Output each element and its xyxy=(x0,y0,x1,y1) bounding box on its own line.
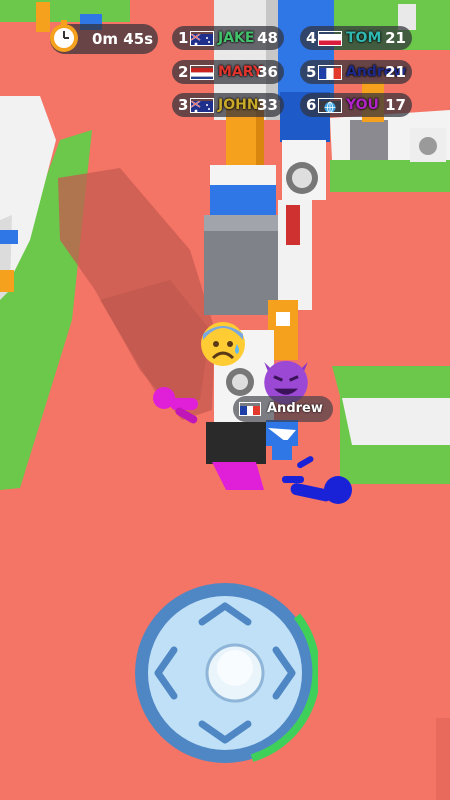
leaderboard-score: 48 xyxy=(257,29,278,47)
leaderboard-name: TOM xyxy=(346,30,382,46)
leaderboard-rank: 5 xyxy=(306,63,317,81)
netherlands-flag-icon xyxy=(190,65,214,80)
timer-text: 0m 45s xyxy=(92,30,154,48)
leaderboard-score: 21 xyxy=(385,63,406,81)
leaderboard-entry: 6 YOU 17 xyxy=(300,93,412,117)
france-flag-icon xyxy=(239,402,261,416)
leaderboard-entry: 3 JOHN 33 xyxy=(172,93,284,117)
leaderboard-entry: 4 TOM 21 xyxy=(300,26,412,50)
leaderboard-name: JOHN xyxy=(218,97,259,113)
leaderboard-score: 17 xyxy=(385,96,406,114)
player-tag-name: Andrew xyxy=(267,401,323,416)
match-timer: 0m 45s xyxy=(50,20,158,54)
france-flag-icon xyxy=(318,65,342,80)
stopwatch-icon xyxy=(50,20,78,52)
leaderboard-score: 36 xyxy=(257,63,278,81)
australia-flag-icon xyxy=(190,31,214,46)
globe-flag-icon xyxy=(318,98,342,113)
leaderboard-rank: 1 xyxy=(178,29,189,47)
game-scene: Andrew 0m 45s 1 JAKE 48 2 MARY 36 3 JOHN 33 4 TOM 2… xyxy=(0,0,450,800)
anxious-face-emoji xyxy=(201,322,245,366)
australia-flag-icon xyxy=(190,98,214,113)
leaderboard-name: JAKE xyxy=(218,30,255,46)
leaderboard-rank: 4 xyxy=(306,29,317,47)
leaderboard-entry: 5 Andrew 21 xyxy=(300,60,412,84)
leaderboard-score: 33 xyxy=(257,96,278,114)
leaderboard-score: 21 xyxy=(385,29,406,47)
leaderboard-rank: 6 xyxy=(306,96,317,114)
leaderboard-name: YOU xyxy=(346,97,379,113)
leaderboard-rank: 2 xyxy=(178,63,189,81)
player-name-tag: Andrew xyxy=(233,396,333,422)
poland-flag-icon xyxy=(318,31,342,46)
leaderboard-rank: 3 xyxy=(178,96,189,114)
virtual-joystick[interactable] xyxy=(132,580,318,766)
leaderboard-entry: 2 MARY 36 xyxy=(172,60,284,84)
leaderboard-entry: 1 JAKE 48 xyxy=(172,26,284,50)
